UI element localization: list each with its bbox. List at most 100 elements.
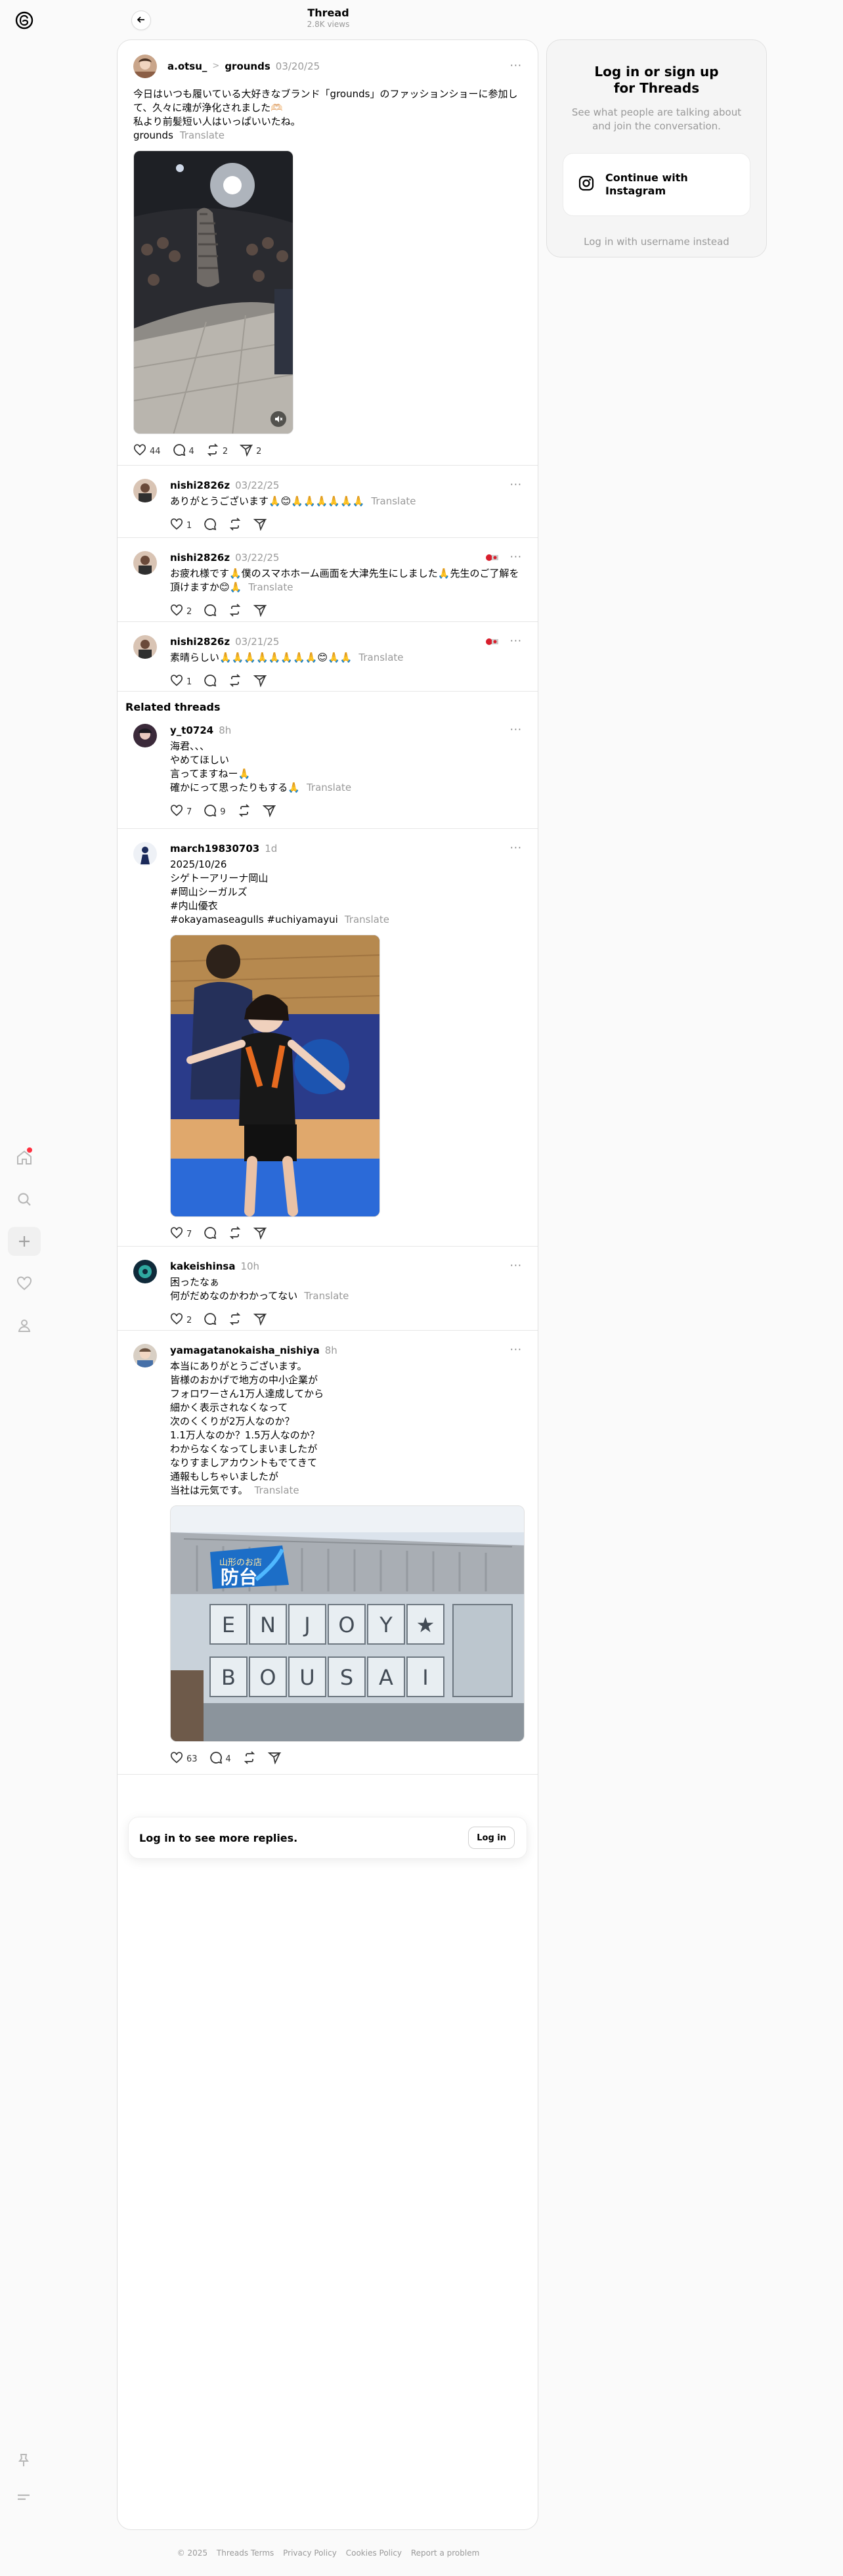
- share-button[interactable]: [253, 1226, 268, 1242]
- reply-button[interactable]: [204, 1312, 217, 1328]
- share-button[interactable]: [267, 1751, 282, 1767]
- reply-button[interactable]: 9: [204, 804, 226, 820]
- translate-link[interactable]: Translate: [307, 782, 351, 793]
- translate-link[interactable]: Translate: [180, 129, 225, 141]
- avatar[interactable]: [133, 724, 157, 747]
- translate-link[interactable]: Translate: [255, 1484, 299, 1496]
- like-button[interactable]: 1: [170, 675, 192, 689]
- like-button[interactable]: 2: [170, 1313, 192, 1327]
- like-button[interactable]: 63: [170, 1752, 198, 1766]
- more-icon[interactable]: ···: [510, 636, 522, 646]
- reply-button[interactable]: 4: [209, 1751, 231, 1767]
- like-button[interactable]: 44: [133, 444, 161, 458]
- more-icon[interactable]: ···: [510, 843, 522, 853]
- avatar[interactable]: [133, 479, 157, 502]
- footer-link-cookies[interactable]: Cookies Policy: [346, 2548, 402, 2558]
- footer-link-report[interactable]: Report a problem: [411, 2548, 479, 2558]
- heart-icon: [170, 604, 183, 619]
- repost-button[interactable]: 2: [206, 443, 228, 459]
- share-button[interactable]: [253, 604, 268, 619]
- home-icon[interactable]: [8, 1143, 41, 1172]
- repost-button[interactable]: [228, 1226, 242, 1242]
- reply-username[interactable]: nishi2826z: [170, 479, 230, 492]
- avatar[interactable]: [133, 842, 157, 866]
- footer-link-terms[interactable]: Threads Terms: [217, 2548, 274, 2558]
- avatar[interactable]: [133, 1260, 157, 1283]
- reply-username[interactable]: nishi2826z: [170, 551, 230, 564]
- like-button[interactable]: 7: [170, 1227, 192, 1241]
- repost-button[interactable]: [228, 604, 242, 619]
- post-time[interactable]: 10h: [240, 1260, 259, 1273]
- back-arrow-icon: [137, 14, 146, 27]
- avatar[interactable]: [133, 1344, 157, 1367]
- reply-text: お疲れ様です🙏僕のスマホホーム画面を大津先生にしました🙏先生のご了解を頂けますか…: [170, 567, 519, 593]
- search-icon[interactable]: [8, 1185, 41, 1214]
- community-link[interactable]: grounds: [225, 55, 270, 78]
- related-username[interactable]: march19830703: [170, 842, 259, 855]
- more-icon[interactable]: ···: [510, 1344, 522, 1355]
- repost-button[interactable]: [228, 1312, 242, 1328]
- plus-icon[interactable]: [8, 1227, 41, 1256]
- back-button[interactable]: [131, 11, 151, 30]
- post-image[interactable]: [170, 935, 380, 1217]
- reply-username[interactable]: nishi2826z: [170, 635, 230, 648]
- like-button[interactable]: 7: [170, 805, 192, 819]
- share-button[interactable]: [262, 804, 276, 820]
- menu-icon[interactable]: [16, 2489, 32, 2508]
- footer-link-privacy[interactable]: Privacy Policy: [283, 2548, 337, 2558]
- like-button[interactable]: 2: [170, 604, 192, 619]
- post-time[interactable]: 03/20/25: [276, 55, 320, 78]
- share-button[interactable]: [253, 674, 268, 690]
- translate-link[interactable]: Translate: [371, 495, 416, 507]
- reply-button[interactable]: [204, 674, 217, 690]
- post-time[interactable]: 1d: [265, 842, 277, 855]
- post-video[interactable]: [133, 150, 293, 434]
- username-login-link[interactable]: Log in with username instead: [547, 236, 766, 248]
- threads-logo-icon[interactable]: [13, 9, 35, 32]
- translate-link[interactable]: Translate: [304, 1290, 349, 1302]
- reply-button[interactable]: [204, 604, 217, 619]
- reply-button[interactable]: [204, 1226, 217, 1242]
- pin-icon[interactable]: [16, 2453, 32, 2471]
- repost-button[interactable]: [228, 674, 242, 690]
- share-button[interactable]: [253, 1312, 268, 1328]
- post-text: 今日はいつも履いている大好きなブランド「grounds」のファッションショーに参…: [133, 88, 518, 141]
- thread-column: a.otsu_ > grounds 03/20/25 ··· 今日はいつも履いて…: [117, 39, 538, 2530]
- continue-with-instagram-button[interactable]: Continue with Instagram: [563, 153, 750, 216]
- more-icon[interactable]: ···: [510, 60, 522, 71]
- avatar[interactable]: [133, 551, 157, 575]
- avatar[interactable]: [133, 635, 157, 659]
- login-button[interactable]: Log in: [468, 1827, 515, 1849]
- translate-link[interactable]: Translate: [345, 914, 389, 925]
- share-button[interactable]: [253, 518, 268, 533]
- translate-link[interactable]: Translate: [248, 581, 293, 593]
- repost-button[interactable]: [238, 804, 251, 820]
- related-username[interactable]: y_t0724: [170, 724, 213, 737]
- reply-button[interactable]: [204, 518, 217, 533]
- reply-button[interactable]: 4: [173, 443, 194, 459]
- more-icon[interactable]: ···: [510, 724, 522, 735]
- post-username[interactable]: a.otsu_: [167, 55, 207, 78]
- post-image[interactable]: 山形のお店 防台 E N J O Y ★ B O U S A I: [170, 1505, 525, 1742]
- profile-icon[interactable]: [8, 1311, 41, 1340]
- reply-time[interactable]: 03/22/25: [235, 551, 279, 564]
- related-username[interactable]: yamagatanokaisha_nishiya: [170, 1344, 320, 1357]
- post-time[interactable]: 8h: [219, 724, 231, 737]
- more-icon[interactable]: ···: [510, 1260, 522, 1271]
- reply-item: nishi2826z 03/22/25 ··· お疲れ様です🙏僕のスマホホーム画面…: [118, 538, 538, 622]
- translate-link[interactable]: Translate: [358, 652, 403, 663]
- repost-button[interactable]: [243, 1751, 256, 1767]
- more-icon[interactable]: ···: [510, 552, 522, 562]
- post-time[interactable]: 8h: [325, 1344, 337, 1357]
- reply-time[interactable]: 03/21/25: [235, 635, 279, 648]
- share-button[interactable]: 2: [239, 443, 261, 459]
- mute-icon[interactable]: [270, 411, 286, 427]
- reply-time[interactable]: 03/22/25: [235, 479, 279, 492]
- related-post: y_t0724 8h ··· 海君、、、 やめてほしい 言ってますねー🙏 確かにっ…: [118, 716, 538, 829]
- more-icon[interactable]: ···: [510, 479, 522, 490]
- related-username[interactable]: kakeishinsa: [170, 1260, 235, 1273]
- repost-button[interactable]: [228, 518, 242, 533]
- like-button[interactable]: 1: [170, 518, 192, 533]
- avatar[interactable]: [133, 55, 157, 78]
- heart-icon[interactable]: [8, 1269, 41, 1298]
